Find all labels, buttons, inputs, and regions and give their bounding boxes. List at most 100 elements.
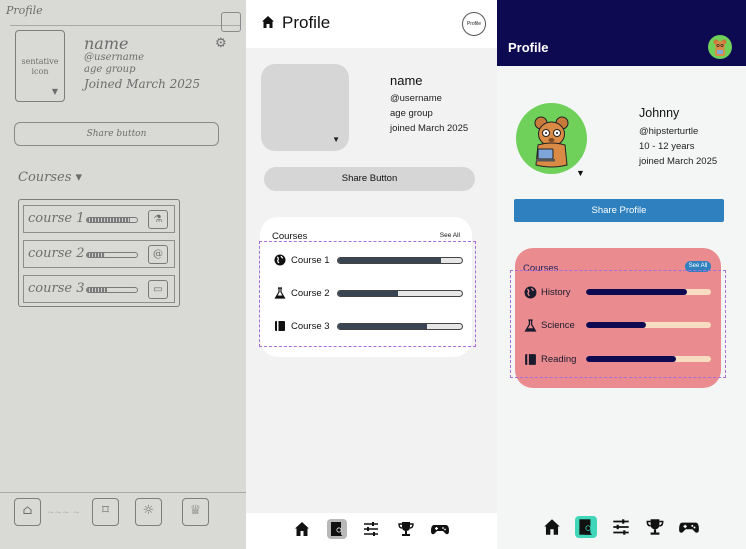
sketch-course-label: course 2 — [28, 246, 85, 261]
home-icon[interactable] — [541, 516, 563, 538]
sketch-courses-title: Courses — [18, 170, 72, 185]
trophy-icon[interactable] — [644, 516, 666, 538]
trophy-icon[interactable] — [396, 519, 416, 539]
user-username: @username — [390, 93, 442, 104]
sketch-course-row[interactable]: course 2 @ — [23, 240, 175, 268]
course-progress-fill — [586, 289, 688, 295]
sketch-lightbulb-icon[interactable]: ☼ — [135, 498, 162, 526]
sketch-course-row[interactable]: course 1 ⚗ — [23, 205, 175, 233]
flask-icon — [524, 319, 537, 332]
course-row[interactable]: Course 3 — [274, 319, 470, 335]
sketch-name: name — [84, 34, 129, 53]
course-label: Reading — [541, 354, 577, 365]
course-progress-bar — [337, 323, 463, 330]
course-progress-fill — [338, 291, 398, 296]
gamepad-icon[interactable] — [678, 516, 700, 538]
sketch-progress-fill — [87, 288, 107, 292]
flask-icon: ⚗ — [148, 210, 168, 229]
share-button[interactable]: Share Button — [264, 167, 475, 191]
sketch-joined: Joined March 2025 — [84, 77, 201, 91]
globe-icon — [274, 254, 286, 266]
sketch-course-row[interactable]: course 3 ▭ — [23, 275, 175, 303]
course-progress-bar — [586, 322, 711, 328]
user-age-group: 10 - 12 years — [639, 141, 695, 152]
bear-avatar-icon — [534, 116, 569, 168]
sketch-course-label: course 3 — [28, 281, 85, 296]
page-title: Profile — [508, 40, 549, 55]
bottom-nav — [497, 513, 746, 549]
home-icon[interactable] — [261, 15, 275, 29]
sketch-bookmark-icon[interactable]: ⌑ — [92, 498, 119, 526]
profile-icon[interactable] — [575, 516, 597, 538]
user-name: name — [390, 73, 423, 88]
sketch-age-group: age group — [84, 64, 136, 75]
wireframe-panel: Profile Profile ▼ name @username age gro… — [246, 0, 497, 549]
profile-icon[interactable] — [327, 519, 347, 539]
sketch-progress-fill — [87, 253, 105, 257]
sketch-gear-icon[interactable]: ⚙ — [215, 36, 227, 51]
course-label: Science — [541, 320, 575, 331]
bear-avatar-icon — [713, 39, 727, 56]
home-icon[interactable] — [292, 519, 312, 539]
book-icon — [525, 354, 536, 365]
profile-photo[interactable] — [516, 103, 587, 174]
user-username: @hipsterturtle — [639, 126, 699, 137]
sketch-home-icon[interactable]: ⌂ — [14, 498, 41, 526]
hifi-header: Profile — [497, 0, 746, 66]
book-icon: ▭ — [148, 280, 168, 299]
sketch-caret-icon: ▼ — [51, 87, 58, 96]
course-row[interactable]: Reading — [524, 352, 714, 368]
course-label: Course 1 — [291, 255, 330, 266]
caret-down-icon[interactable]: ▼ — [576, 168, 585, 178]
share-profile-button[interactable]: Share Profile — [514, 199, 724, 222]
sketch-panel: Profile sentative icon ▼ ⚙ name @usernam… — [0, 0, 246, 549]
profile-avatar-button[interactable] — [708, 35, 732, 59]
sketch-course-label: course 1 — [28, 211, 85, 226]
sketch-nav-divider — [0, 492, 246, 493]
sketch-profile-photo[interactable]: sentative icon ▼ — [15, 30, 65, 102]
sketch-courses-header: Courses ▾ — [18, 170, 83, 185]
course-label: Course 2 — [291, 288, 330, 299]
course-row[interactable]: History — [524, 285, 714, 301]
wireframe-header: Profile Profile — [246, 0, 497, 48]
course-progress-fill — [586, 322, 646, 328]
sketch-user-info: name @username age group Joined March 20… — [84, 36, 200, 92]
flask-icon — [274, 287, 286, 299]
course-progress-fill — [586, 356, 676, 362]
sketch-progress-bar — [86, 252, 138, 258]
sketch-progress-bar — [86, 217, 138, 223]
course-progress-bar — [337, 257, 463, 264]
sketch-courses-list: course 1 ⚗ course 2 @ course 3 ▭ — [18, 199, 180, 307]
user-name: Johnny — [639, 106, 680, 120]
sliders-icon[interactable] — [610, 516, 632, 538]
gamepad-icon[interactable] — [430, 519, 450, 539]
sliders-icon[interactable] — [361, 519, 381, 539]
sketch-faded-marks: ~~~ ~ — [47, 508, 81, 518]
course-row[interactable]: Science — [524, 318, 714, 334]
sketch-progress-bar — [86, 287, 138, 293]
sketch-photo-label: sentative icon — [21, 57, 59, 76]
profile-avatar-button[interactable]: Profile — [462, 12, 486, 36]
course-progress-fill — [338, 258, 441, 263]
sketch-progress-fill — [87, 218, 130, 222]
sketch-share-button[interactable]: Share button — [14, 122, 219, 146]
profile-design-comparison: Profile sentative icon ▼ ⚙ name @usernam… — [0, 0, 746, 549]
sketch-title: Profile — [6, 4, 43, 17]
caret-down-icon[interactable]: ▼ — [332, 135, 340, 144]
see-all-link[interactable]: See All — [440, 232, 460, 239]
user-age-group: age group — [390, 108, 433, 119]
sketch-trophy-icon[interactable]: ♕ — [182, 498, 209, 526]
sketch-avatar-icon[interactable] — [221, 12, 241, 32]
user-joined: joined March 2025 — [390, 123, 469, 134]
book-icon — [275, 321, 285, 331]
page-title: Profile — [282, 13, 331, 32]
sketch-frame-line — [10, 25, 240, 26]
at-icon: @ — [148, 245, 168, 264]
hifi-panel: Profile ▼ Johnny @hipsterturtle 10 - 12 … — [497, 0, 746, 549]
profile-photo-placeholder[interactable]: ▼ — [261, 64, 349, 151]
course-label: Course 3 — [291, 321, 330, 332]
course-row[interactable]: Course 1 — [274, 253, 470, 269]
course-row[interactable]: Course 2 — [274, 286, 470, 302]
course-label: History — [541, 287, 571, 298]
course-progress-bar — [337, 290, 463, 297]
